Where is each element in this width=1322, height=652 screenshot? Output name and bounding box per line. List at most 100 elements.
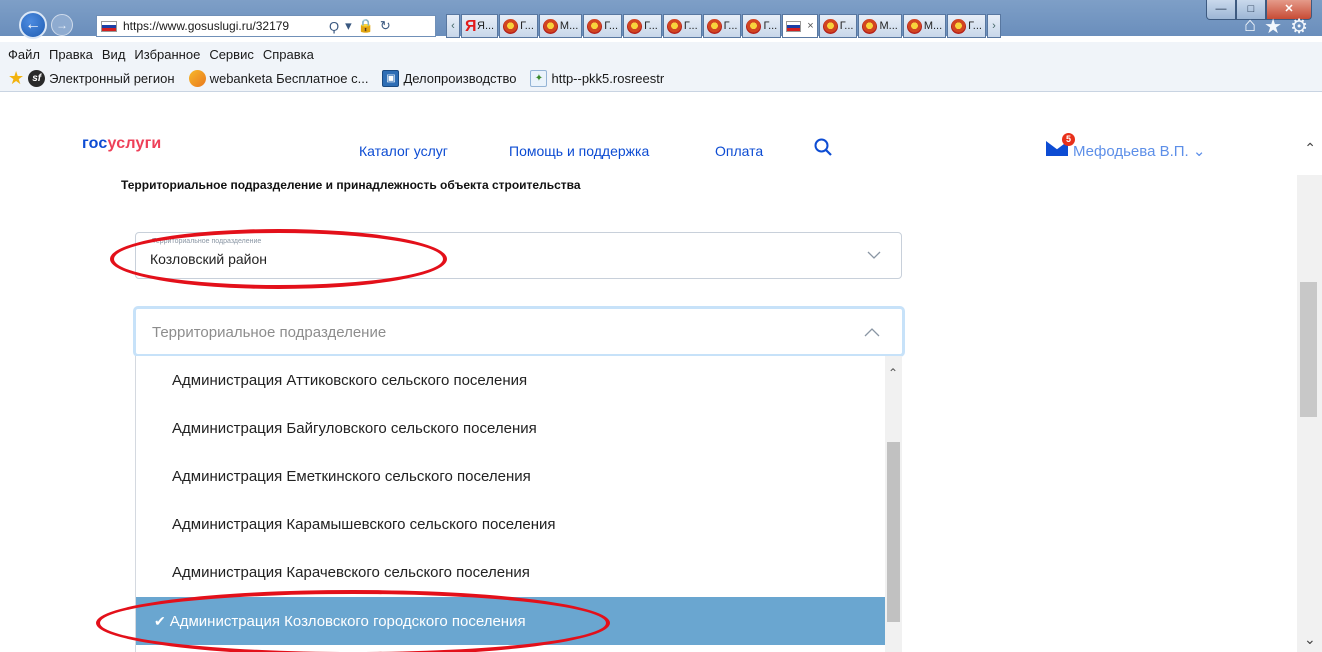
dropdown-arrow-icon[interactable]: ▾ xyxy=(345,18,352,34)
menu-tools[interactable]: Сервис xyxy=(209,47,254,62)
pkk-icon: ✦ xyxy=(530,70,548,87)
close-tab-icon[interactable]: × xyxy=(807,20,813,32)
select-floating-label: Территориальное подразделение xyxy=(152,238,262,245)
favorite-link[interactable]: ▣ Делопроизводство xyxy=(382,70,516,87)
tab-label: М... xyxy=(879,20,898,32)
browser-tab[interactable]: Г... xyxy=(702,14,742,38)
favorite-link[interactable]: webanketa Бесплатное с... xyxy=(188,70,368,87)
browser-tab[interactable]: Г... xyxy=(818,14,858,38)
emblem-icon xyxy=(627,18,643,34)
minimize-button[interactable]: — xyxy=(1206,0,1236,20)
browser-tab[interactable]: Г... xyxy=(662,14,702,38)
favorite-label: http--pkk5.rosreestr xyxy=(551,71,665,86)
dropdown-scroll-thumb[interactable] xyxy=(887,442,900,622)
search-icon[interactable]: Ϙ xyxy=(329,19,339,34)
user-menu[interactable]: Мефодьева В.П. ⌄ xyxy=(1073,142,1205,160)
browser-tab[interactable]: Г... xyxy=(583,14,623,38)
tab-label: М... xyxy=(923,20,943,32)
gosuslugi-logo[interactable]: госуслуги xyxy=(82,135,161,153)
emblem-icon xyxy=(587,18,603,34)
back-button[interactable]: ← xyxy=(19,11,47,39)
favorite-label: Электронный регион xyxy=(49,71,175,86)
menu-view[interactable]: Вид xyxy=(102,47,126,62)
tab-scroll-right-button[interactable]: › xyxy=(986,14,1001,38)
flag-icon xyxy=(786,20,802,32)
browser-tab[interactable]: Я Я... xyxy=(461,14,499,38)
menu-file[interactable]: Файл xyxy=(8,47,40,62)
site-flag-icon xyxy=(101,20,117,32)
chevron-up-icon[interactable] xyxy=(864,325,880,339)
site-header: госуслуги Каталог услуг Помощь и поддерж… xyxy=(0,92,1322,173)
territorial-unit-select-1[interactable]: Территориальное подразделение Козловский… xyxy=(135,232,902,279)
star-icon[interactable]: ★ xyxy=(1264,14,1282,39)
browser-tab[interactable]: Г... xyxy=(947,14,986,38)
option-label: Администрация Аттиковского сельского пос… xyxy=(172,371,528,389)
dropdown-option[interactable]: Администрация Байгуловского сельского по… xyxy=(136,404,886,452)
menu-favorites[interactable]: Избранное xyxy=(134,47,200,62)
favorite-label: Делопроизводство xyxy=(403,71,517,86)
home-icon[interactable]: ⌂ xyxy=(1244,14,1256,39)
forward-button[interactable]: → xyxy=(51,14,73,36)
territorial-unit-select-2[interactable]: Территориальное подразделение xyxy=(133,306,905,357)
tab-label: Г... xyxy=(520,20,534,32)
nav-payment-link[interactable]: Оплата xyxy=(715,143,763,159)
address-bar[interactable]: https://www.gosuslugi.ru/32179 Ϙ ▾ 🔒 ↻ xyxy=(96,15,436,37)
scroll-up-arrow-icon[interactable]: ⌃ xyxy=(888,366,898,380)
dropdown-option[interactable]: Администрация Карачевского сельского пос… xyxy=(136,548,886,596)
tab-label: Г... xyxy=(968,20,982,32)
yandex-icon: Я xyxy=(465,17,477,35)
option-label: Администрация Карамышевского сельского п… xyxy=(172,515,556,533)
dropdown-option[interactable]: Администрация Аттиковского сельского пос… xyxy=(136,356,886,404)
symfony-icon: sf xyxy=(28,70,46,87)
dropdown-option-selected[interactable]: ✔ Администрация Козловского городского по… xyxy=(136,597,886,645)
lock-icon[interactable]: 🔒 xyxy=(358,18,374,34)
favorite-link[interactable]: sf Электронный регион xyxy=(28,70,175,87)
page-scroll-up-arrow[interactable]: ⌃ xyxy=(1304,140,1316,157)
tab-strip: ‹ Я Я... Г... М... Г... Г... Г... Г... Г.… xyxy=(446,14,1002,38)
browser-tab[interactable]: Г... xyxy=(623,14,662,38)
favorite-link[interactable]: ✦ http--pkk5.rosreestr xyxy=(530,70,664,87)
refresh-icon[interactable]: ↻ xyxy=(380,18,391,34)
dropdown-scrollbar[interactable]: ⌃ xyxy=(885,356,902,652)
scroll-down-arrow-icon[interactable]: ⌄ xyxy=(1304,631,1316,648)
user-name-text: Мефодьева В.П. xyxy=(1073,143,1189,160)
browser-tab[interactable]: Г... xyxy=(499,14,538,38)
browser-tab[interactable]: Г... xyxy=(742,14,782,38)
address-url[interactable]: https://www.gosuslugi.ru/32179 xyxy=(123,19,323,33)
emblem-icon xyxy=(503,18,519,34)
chevron-down-icon[interactable] xyxy=(867,248,881,262)
nav-catalog-link[interactable]: Каталог услуг xyxy=(359,143,448,159)
favorites-star-icon[interactable]: ★ xyxy=(8,68,24,89)
browser-tab[interactable]: М... xyxy=(902,14,947,38)
select-dropdown-list: Администрация Аттиковского сельского пос… xyxy=(135,356,902,652)
tab-label: М... xyxy=(559,20,579,32)
menu-edit[interactable]: Правка xyxy=(49,47,93,62)
tab-label: Г... xyxy=(644,20,658,32)
chevron-down-icon: ⌄ xyxy=(1188,143,1206,160)
browser-tab[interactable]: М... xyxy=(538,14,583,38)
browser-tab-active[interactable]: × xyxy=(782,14,818,38)
section-title: Территориальное подразделение и принадле… xyxy=(121,178,581,192)
dropdown-option[interactable]: Администрация Еметкинского сельского пос… xyxy=(136,452,886,500)
tab-label: Я... xyxy=(477,20,495,32)
page-scrollbar[interactable]: ⌄ xyxy=(1297,175,1322,652)
emblem-icon xyxy=(746,18,762,34)
emblem-icon xyxy=(822,18,838,34)
tab-scroll-left-button[interactable]: ‹ xyxy=(446,14,460,38)
nav-help-link[interactable]: Помощь и поддержка xyxy=(509,143,649,159)
page-scroll-thumb[interactable] xyxy=(1300,282,1317,417)
checkmark-icon: ✔ xyxy=(154,612,166,629)
emblem-icon xyxy=(542,18,558,34)
menu-help[interactable]: Справка xyxy=(263,47,314,62)
tab-label: Г... xyxy=(683,20,698,32)
tab-label: Г... xyxy=(839,20,854,32)
option-label: Администрация Карачевского сельского пос… xyxy=(172,563,530,581)
emblem-icon xyxy=(862,18,878,34)
dropdown-option[interactable]: Администрация Карамышевского сельского п… xyxy=(136,500,886,548)
browser-tab[interactable]: М... xyxy=(858,14,902,38)
gear-icon[interactable]: ⚙ xyxy=(1290,14,1308,39)
browser-right-icons: ⌂ ★ ⚙ xyxy=(1244,14,1308,39)
option-label: Администрация Байгуловского сельского по… xyxy=(172,419,537,437)
search-icon[interactable] xyxy=(814,138,832,156)
tab-label: Г... xyxy=(723,20,738,32)
